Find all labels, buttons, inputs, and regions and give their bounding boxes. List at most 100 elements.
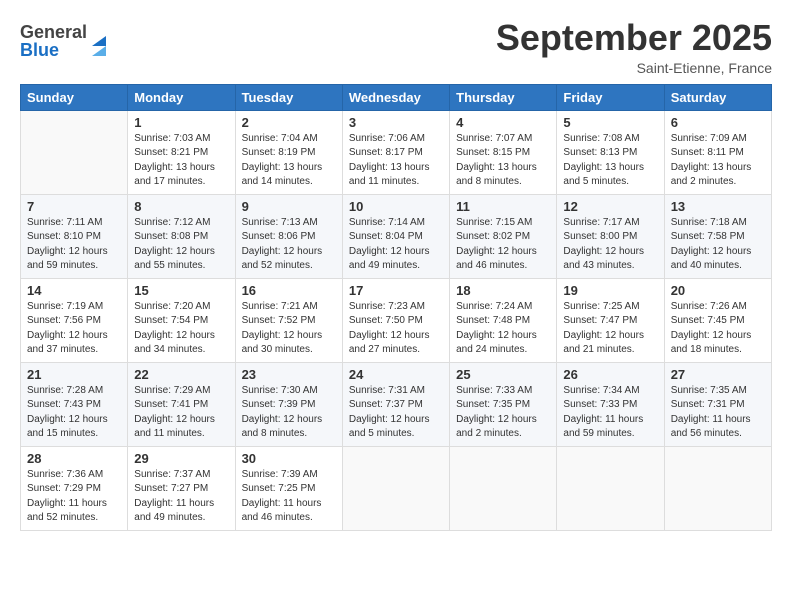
day-info: Sunrise: 7:25 AMSunset: 7:47 PMDaylight:… [563, 300, 657, 358]
col-wednesday: Wednesday [342, 84, 449, 110]
title-block: September 2025 Saint-Etienne, France [496, 18, 772, 76]
day-info: Sunrise: 7:06 AMSunset: 8:17 PMDaylight:… [349, 132, 443, 190]
day-number: 1 [134, 115, 228, 130]
month-title: September 2025 [496, 18, 772, 58]
col-saturday: Saturday [664, 84, 771, 110]
day-number: 30 [242, 451, 336, 466]
day-info: Sunrise: 7:23 AMSunset: 7:50 PMDaylight:… [349, 300, 443, 358]
day-info: Sunrise: 7:03 AMSunset: 8:21 PMDaylight:… [134, 132, 228, 190]
day-number: 2 [242, 115, 336, 130]
table-row [21, 110, 128, 194]
day-info: Sunrise: 7:21 AMSunset: 7:52 PMDaylight:… [242, 300, 336, 358]
day-info: Sunrise: 7:04 AMSunset: 8:19 PMDaylight:… [242, 132, 336, 190]
day-number: 14 [27, 283, 121, 298]
day-number: 6 [671, 115, 765, 130]
calendar-week-row: 7 Sunrise: 7:11 AMSunset: 8:10 PMDaylight… [21, 194, 772, 278]
day-info: Sunrise: 7:34 AMSunset: 7:33 PMDaylight:… [563, 384, 657, 442]
day-number: 3 [349, 115, 443, 130]
table-row: 23 Sunrise: 7:30 AMSunset: 7:39 PMDayligh… [235, 362, 342, 446]
day-number: 7 [27, 199, 121, 214]
day-number: 28 [27, 451, 121, 466]
day-number: 27 [671, 367, 765, 382]
day-info: Sunrise: 7:20 AMSunset: 7:54 PMDaylight:… [134, 300, 228, 358]
day-info: Sunrise: 7:26 AMSunset: 7:45 PMDaylight:… [671, 300, 765, 358]
table-row: 13Sunrise: 7:18 AMSunset: 7:58 PMDayligh… [664, 194, 771, 278]
day-info: Sunrise: 7:33 AMSunset: 7:35 PMDaylight:… [456, 384, 550, 442]
col-thursday: Thursday [450, 84, 557, 110]
table-row: 27 Sunrise: 7:35 AMSunset: 7:31 PMDayligh… [664, 362, 771, 446]
table-row: 28 Sunrise: 7:36 AMSunset: 7:29 PMDayligh… [21, 446, 128, 530]
table-row: 1 Sunrise: 7:03 AMSunset: 8:21 PMDaylight… [128, 110, 235, 194]
day-number: 8 [134, 199, 228, 214]
day-number: 25 [456, 367, 550, 382]
day-number: 17 [349, 283, 443, 298]
day-number: 11 [456, 199, 550, 214]
day-number: 13 [671, 199, 765, 214]
table-row [450, 446, 557, 530]
logo-text: General Blue [20, 18, 110, 67]
table-row: 17 Sunrise: 7:23 AMSunset: 7:50 PMDayligh… [342, 278, 449, 362]
day-info: Sunrise: 7:28 AMSunset: 7:43 PMDaylight:… [27, 384, 121, 442]
table-row: 11Sunrise: 7:15 AMSunset: 8:02 PMDayligh… [450, 194, 557, 278]
calendar-week-row: 21 Sunrise: 7:28 AMSunset: 7:43 PMDayligh… [21, 362, 772, 446]
table-row: 7 Sunrise: 7:11 AMSunset: 8:10 PMDaylight… [21, 194, 128, 278]
day-info: Sunrise: 7:29 AMSunset: 7:41 PMDaylight:… [134, 384, 228, 442]
table-row: 26 Sunrise: 7:34 AMSunset: 7:33 PMDayligh… [557, 362, 664, 446]
day-info: Sunrise: 7:13 AMSunset: 8:06 PMDaylight:… [242, 216, 336, 274]
table-row: 30 Sunrise: 7:39 AMSunset: 7:25 PMDayligh… [235, 446, 342, 530]
day-number: 4 [456, 115, 550, 130]
table-row: 5 Sunrise: 7:08 AMSunset: 8:13 PMDaylight… [557, 110, 664, 194]
table-row [557, 446, 664, 530]
day-info: Sunrise: 7:19 AMSunset: 7:56 PMDaylight:… [27, 300, 121, 358]
table-row: 29Sunrise: 7:37 AMSunset: 7:27 PMDayligh… [128, 446, 235, 530]
day-info: Sunrise: 7:17 AMSunset: 8:00 PMDaylight:… [563, 216, 657, 274]
table-row: 21 Sunrise: 7:28 AMSunset: 7:43 PMDayligh… [21, 362, 128, 446]
day-number: 24 [349, 367, 443, 382]
day-number: 23 [242, 367, 336, 382]
calendar-week-row: 1 Sunrise: 7:03 AMSunset: 8:21 PMDaylight… [21, 110, 772, 194]
table-row: 9Sunrise: 7:13 AMSunset: 8:06 PMDaylight… [235, 194, 342, 278]
table-row: 20 Sunrise: 7:26 AMSunset: 7:45 PMDayligh… [664, 278, 771, 362]
calendar-page: General Blue September 2025 Saint-Etienn… [0, 0, 792, 612]
day-number: 26 [563, 367, 657, 382]
day-info: Sunrise: 7:36 AMSunset: 7:29 PMDaylight:… [27, 468, 121, 526]
day-number: 21 [27, 367, 121, 382]
day-number: 20 [671, 283, 765, 298]
day-info: Sunrise: 7:12 AMSunset: 8:08 PMDaylight:… [134, 216, 228, 274]
table-row: 19 Sunrise: 7:25 AMSunset: 7:47 PMDayligh… [557, 278, 664, 362]
col-sunday: Sunday [21, 84, 128, 110]
table-row: 4 Sunrise: 7:07 AMSunset: 8:15 PMDaylight… [450, 110, 557, 194]
day-info: Sunrise: 7:08 AMSunset: 8:13 PMDaylight:… [563, 132, 657, 190]
day-number: 15 [134, 283, 228, 298]
location: Saint-Etienne, France [496, 60, 772, 76]
calendar-week-row: 14 Sunrise: 7:19 AMSunset: 7:56 PMDayligh… [21, 278, 772, 362]
day-info: Sunrise: 7:11 AMSunset: 8:10 PMDaylight:… [27, 216, 121, 274]
day-info: Sunrise: 7:35 AMSunset: 7:31 PMDaylight:… [671, 384, 765, 442]
table-row [342, 446, 449, 530]
day-number: 19 [563, 283, 657, 298]
day-number: 5 [563, 115, 657, 130]
col-monday: Monday [128, 84, 235, 110]
table-row: 25 Sunrise: 7:33 AMSunset: 7:35 PMDayligh… [450, 362, 557, 446]
page-header: General Blue September 2025 Saint-Etienn… [20, 18, 772, 76]
table-row: 16Sunrise: 7:21 AMSunset: 7:52 PMDayligh… [235, 278, 342, 362]
day-info: Sunrise: 7:30 AMSunset: 7:39 PMDaylight:… [242, 384, 336, 442]
day-info: Sunrise: 7:39 AMSunset: 7:25 PMDaylight:… [242, 468, 336, 526]
table-row: 15 Sunrise: 7:20 AMSunset: 7:54 PMDayligh… [128, 278, 235, 362]
day-number: 10 [349, 199, 443, 214]
table-row: 6Sunrise: 7:09 AMSunset: 8:11 PMDaylight… [664, 110, 771, 194]
table-row: 18Sunrise: 7:24 AMSunset: 7:48 PMDayligh… [450, 278, 557, 362]
day-info: Sunrise: 7:07 AMSunset: 8:15 PMDaylight:… [456, 132, 550, 190]
svg-text:Blue: Blue [20, 40, 59, 60]
day-info: Sunrise: 7:31 AMSunset: 7:37 PMDaylight:… [349, 384, 443, 442]
day-number: 18 [456, 283, 550, 298]
table-row: 10Sunrise: 7:14 AMSunset: 8:04 PMDayligh… [342, 194, 449, 278]
day-number: 22 [134, 367, 228, 382]
logo: General Blue [20, 18, 110, 67]
calendar-week-row: 28 Sunrise: 7:36 AMSunset: 7:29 PMDayligh… [21, 446, 772, 530]
table-row: 2 Sunrise: 7:04 AMSunset: 8:19 PMDaylight… [235, 110, 342, 194]
table-row: 12Sunrise: 7:17 AMSunset: 8:00 PMDayligh… [557, 194, 664, 278]
calendar-table: Sunday Monday Tuesday Wednesday Thursday… [20, 84, 772, 531]
table-row: 22 Sunrise: 7:29 AMSunset: 7:41 PMDayligh… [128, 362, 235, 446]
table-row: 3 Sunrise: 7:06 AMSunset: 8:17 PMDaylight… [342, 110, 449, 194]
